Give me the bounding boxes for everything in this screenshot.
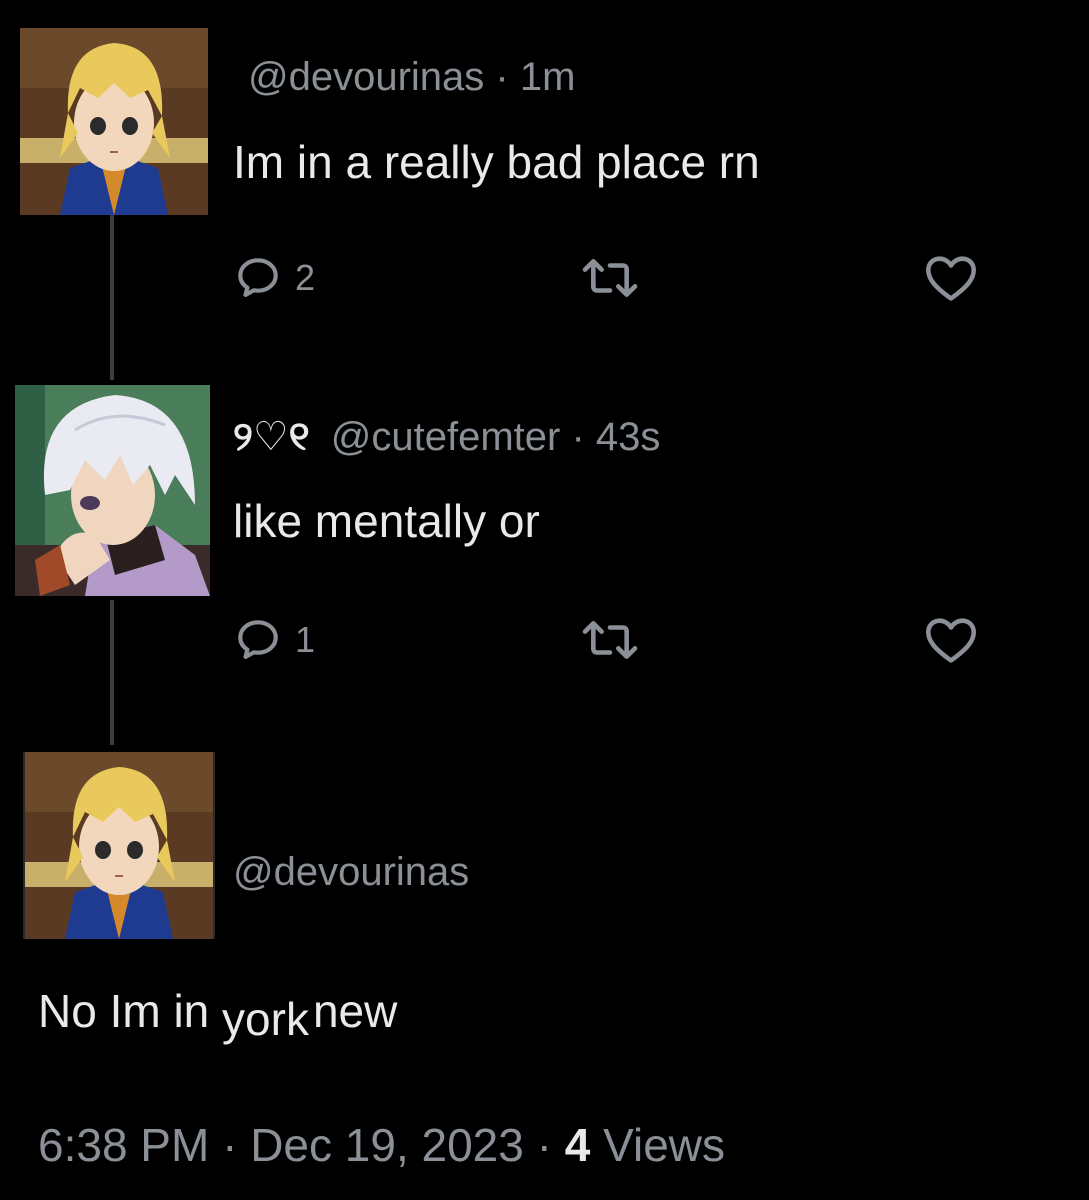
like-button[interactable]	[920, 615, 982, 665]
post-time[interactable]: 6:38 PM	[38, 1119, 209, 1171]
views-count: 4	[564, 1119, 591, 1171]
tweet-text: No Im in yorknew	[38, 985, 398, 1042]
tweet-time[interactable]: 43s	[596, 415, 661, 459]
separator-dot: ·	[536, 1119, 552, 1171]
tweet-meta: ୨♡୧ @cutefemter · 43s	[233, 415, 661, 459]
post-date[interactable]: Dec 19, 2023	[250, 1119, 524, 1171]
user-handle[interactable]: @devourinas	[248, 55, 484, 99]
tweet-time[interactable]: 1m	[520, 55, 576, 99]
reply-button[interactable]: 1	[233, 615, 315, 665]
reply-button[interactable]: 2	[233, 253, 315, 303]
avatar-blonde-anime-icon[interactable]	[23, 752, 215, 939]
separator-dot: ·	[222, 1119, 238, 1171]
user-handle[interactable]: @cutefemter	[331, 415, 561, 459]
avatar-blonde-anime-icon[interactable]	[20, 28, 208, 215]
tweet-text-part: york	[222, 993, 309, 1045]
tweet-meta: @devourinas · 1m	[248, 57, 575, 97]
retweet-icon	[582, 259, 638, 297]
tweet-text: Im in a really bad place rn	[233, 136, 760, 188]
reply-count: 2	[295, 257, 316, 298]
views-label: Views	[603, 1119, 725, 1171]
display-name[interactable]: ୨♡୧	[233, 413, 310, 460]
separator-dot: ·	[571, 415, 585, 459]
like-button[interactable]	[920, 253, 982, 303]
heart-icon	[926, 256, 976, 301]
retweet-button[interactable]	[580, 253, 640, 303]
heart-icon	[926, 618, 976, 663]
tweet-timestamp-views: 6:38 PM · Dec 19, 2023 · 4 Views	[38, 1122, 725, 1168]
reply-icon	[238, 258, 278, 297]
tweet-text-part: No Im in	[38, 985, 210, 1037]
thread-connector-line	[110, 600, 114, 745]
avatar-white-hair-anime-icon[interactable]	[15, 385, 210, 596]
tweet-text-part: new	[312, 985, 398, 1037]
thread-connector-line	[110, 215, 114, 380]
reply-count: 1	[295, 619, 316, 660]
separator-dot: ·	[495, 55, 509, 99]
user-handle[interactable]: @devourinas	[233, 850, 469, 894]
tweet-meta: @devourinas	[233, 852, 469, 892]
reply-icon	[238, 620, 278, 659]
retweet-button[interactable]	[580, 615, 640, 665]
tweet-text: like mentally or	[233, 495, 540, 547]
retweet-icon	[582, 621, 638, 659]
